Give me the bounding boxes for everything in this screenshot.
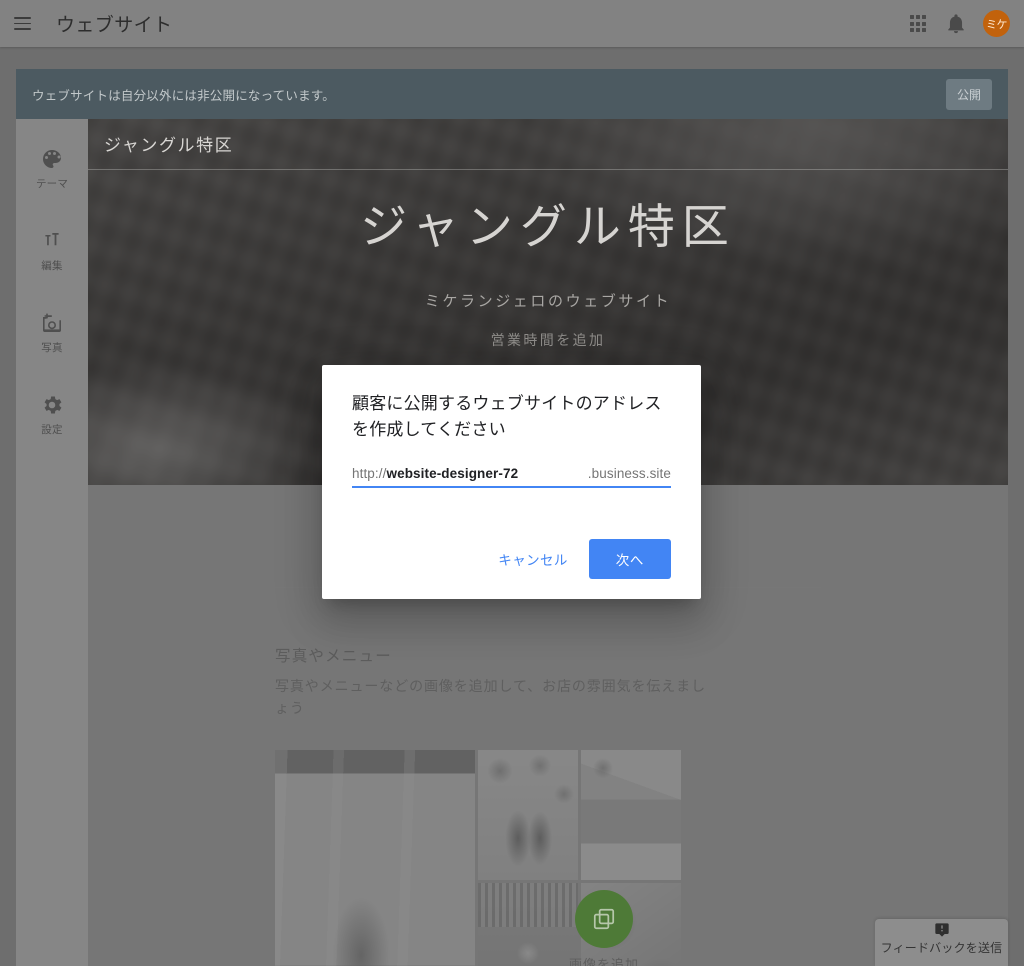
url-prefix-label: http:// (352, 465, 387, 481)
next-button[interactable]: 次へ (588, 539, 671, 579)
url-suffix-label: .business.site (587, 465, 671, 481)
screen-root: ウェブサイト ミケ ウェブサイトは自分以外には非公開になっています。 公開 テー… (0, 0, 1024, 966)
cancel-button[interactable]: キャンセル (489, 540, 577, 578)
dialog-actions: キャンセル 次へ (489, 539, 671, 579)
dialog-title: 顧客に公開するウェブサイトのアドレスを作成してください (352, 394, 662, 440)
create-site-address-dialog: 顧客に公開するウェブサイトのアドレスを作成してください http:// .bus… (322, 365, 701, 599)
site-address-input[interactable] (386, 465, 588, 481)
site-address-field[interactable]: http:// .business.site (352, 465, 671, 488)
